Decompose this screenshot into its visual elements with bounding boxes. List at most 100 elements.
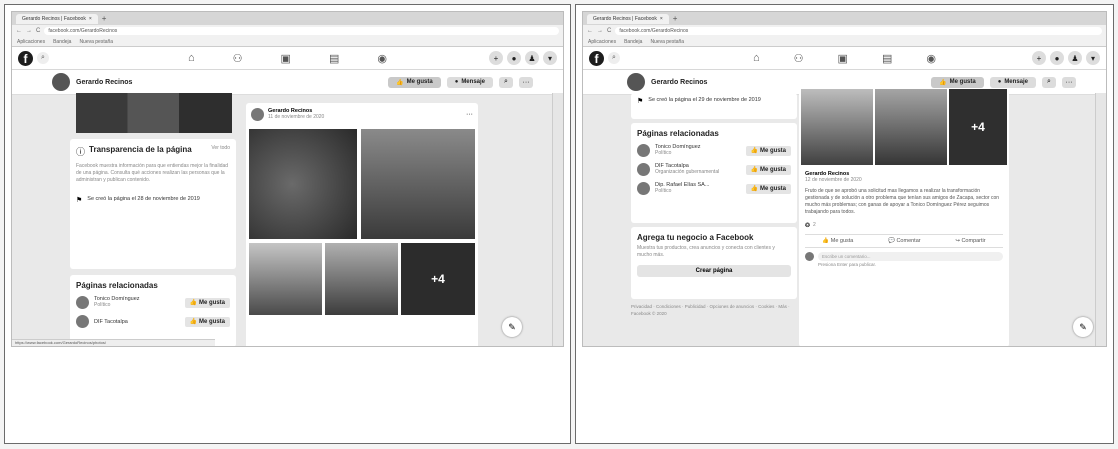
close-icon[interactable]: ×	[89, 16, 92, 22]
notifications-icon[interactable]: ♟	[1068, 51, 1082, 65]
avatar[interactable]	[637, 182, 650, 195]
post-photo[interactable]	[249, 243, 322, 315]
browser-tab[interactable]: Gerardo Recinos | Facebook ×	[16, 13, 98, 24]
post-photo[interactable]	[325, 243, 398, 315]
page-title[interactable]: Gerardo Recinos	[651, 79, 707, 86]
related-like-button[interactable]: 👍 Me gusta	[184, 297, 230, 308]
business-title: Agrega tu negocio a Facebook	[637, 233, 754, 242]
notifications-icon[interactable]: ♟	[525, 51, 539, 65]
bookmark-item[interactable]: Nueva pestaña	[79, 39, 113, 45]
page-search-button[interactable]: ⌕	[1042, 76, 1056, 88]
avatar[interactable]	[627, 73, 645, 91]
bookmark-item[interactable]: Aplicaciones	[588, 39, 616, 45]
friends-icon[interactable]: ⚇	[233, 52, 243, 65]
avatar[interactable]	[76, 296, 89, 309]
comment-action-button[interactable]: 💬 Comentar	[888, 238, 921, 244]
share-action-button[interactable]: ↪ Compartir	[955, 238, 985, 244]
new-message-icon[interactable]: ✎	[502, 317, 522, 337]
home-icon[interactable]: ⌂	[188, 52, 195, 65]
more-button[interactable]: ···	[1062, 76, 1076, 88]
reload-icon[interactable]: C	[36, 28, 40, 34]
new-tab-icon[interactable]: +	[673, 14, 678, 23]
forward-icon[interactable]: →	[597, 28, 603, 34]
post-more-button[interactable]: ···	[466, 111, 473, 118]
bookmark-item[interactable]: Bandeja	[53, 39, 71, 45]
watch-icon[interactable]: ▣	[838, 52, 848, 65]
message-button[interactable]: ● Mensaje	[446, 76, 493, 88]
related-like-button[interactable]: 👍 Me gusta	[184, 316, 230, 327]
search-icon[interactable]: ⌕	[37, 52, 49, 64]
page-search-button[interactable]: ⌕	[499, 76, 513, 88]
browser-tabbar: Gerardo Recinos | Facebook × +	[583, 12, 1106, 25]
see-all-link[interactable]: Ver todo	[211, 145, 230, 152]
list-item[interactable]: Tonico Domínguez Político 👍 Me gusta	[637, 144, 791, 157]
create-icon[interactable]: +	[1032, 51, 1046, 65]
browser-window: Gerardo Recinos | Facebook × + ← → C fac…	[582, 11, 1107, 347]
forward-icon[interactable]: →	[26, 28, 32, 34]
new-message-icon[interactable]: ✎	[1073, 317, 1093, 337]
reactions-summary[interactable]: ❂ 2	[805, 222, 1003, 229]
photos-thumbnail-strip[interactable]	[76, 93, 232, 133]
groups-icon[interactable]: ◉	[926, 52, 936, 65]
related-like-button[interactable]: 👍 Me gusta	[745, 164, 791, 175]
avatar[interactable]	[251, 108, 264, 121]
new-tab-icon[interactable]: +	[102, 14, 107, 23]
marketplace-icon[interactable]: ▤	[882, 52, 892, 65]
avatar[interactable]	[637, 163, 650, 176]
watch-icon[interactable]: ▣	[281, 52, 291, 65]
search-icon[interactable]: ⌕	[608, 52, 620, 64]
back-icon[interactable]: ←	[16, 28, 22, 34]
close-icon[interactable]: ×	[660, 16, 663, 22]
page-title[interactable]: Gerardo Recinos	[76, 79, 132, 86]
scrollbar[interactable]	[552, 93, 563, 346]
bookmark-item[interactable]: Nueva pestaña	[650, 39, 684, 45]
list-item[interactable]: DIF Tacotalpa 👍 Me gusta	[76, 315, 230, 328]
more-photos-overlay[interactable]: +4	[949, 89, 1007, 165]
url-input[interactable]: facebook.com/GerardoRecinos	[44, 27, 559, 35]
related-page-name[interactable]: DIF Tacotalpa	[94, 319, 180, 325]
facebook-logo-icon[interactable]: f	[18, 50, 33, 66]
home-icon[interactable]: ⌂	[753, 52, 760, 65]
scrollbar[interactable]	[1095, 93, 1106, 346]
like-page-button[interactable]: 👍 Me gusta	[388, 76, 441, 88]
post-date[interactable]: 11 de noviembre de 2020	[268, 114, 462, 121]
facebook-logo-icon[interactable]: f	[589, 50, 604, 66]
groups-icon[interactable]: ◉	[377, 52, 387, 65]
bookmark-item[interactable]: Aplicaciones	[17, 39, 45, 45]
bookmark-item[interactable]: Bandeja	[624, 39, 642, 45]
back-icon[interactable]: ←	[587, 28, 593, 34]
account-menu-icon[interactable]: ▾	[543, 51, 557, 65]
marketplace-icon[interactable]: ▤	[329, 52, 339, 65]
create-icon[interactable]: +	[489, 51, 503, 65]
url-input[interactable]: facebook.com/GerardoRecinos	[615, 27, 1102, 35]
address-bar: ← → C facebook.com/GerardoRecinos	[583, 25, 1106, 37]
post-photo[interactable]	[361, 129, 475, 239]
like-action-button[interactable]: 👍 Me gusta	[822, 238, 853, 244]
list-item[interactable]: Tonico Domínguez Político 👍 Me gusta	[76, 296, 230, 309]
footer-links[interactable]: Privacidad · Condiciones · Publicidad · …	[631, 303, 797, 317]
post-photo[interactable]	[249, 129, 357, 239]
browser-tab[interactable]: Gerardo Recinos | Facebook ×	[587, 13, 669, 24]
message-button[interactable]: ● Mensaje	[989, 76, 1036, 88]
more-photos-overlay[interactable]: +4	[401, 243, 475, 315]
post-photo[interactable]	[875, 89, 947, 165]
avatar[interactable]	[52, 73, 70, 91]
info-icon: ⓘ	[76, 147, 86, 157]
post-photo[interactable]	[801, 89, 873, 165]
comment-input[interactable]: Escribe un comentario...	[818, 252, 1003, 261]
create-page-button[interactable]: Crear página	[637, 265, 791, 277]
avatar[interactable]	[637, 144, 650, 157]
account-menu-icon[interactable]: ▾	[1086, 51, 1100, 65]
list-item[interactable]: Dip. Rafael Elías SA... Político 👍 Me gu…	[637, 182, 791, 195]
friends-icon[interactable]: ⚇	[794, 52, 804, 65]
messenger-icon[interactable]: ●	[507, 51, 521, 65]
related-like-button[interactable]: 👍 Me gusta	[745, 183, 791, 194]
related-like-button[interactable]: 👍 Me gusta	[745, 145, 791, 156]
post-date[interactable]: 12 de noviembre de 2020	[805, 177, 1003, 184]
list-item[interactable]: DIF Tacotalpa Organización gubernamental…	[637, 163, 791, 176]
like-page-button[interactable]: 👍 Me gusta	[931, 76, 984, 88]
messenger-icon[interactable]: ●	[1050, 51, 1064, 65]
reload-icon[interactable]: C	[607, 28, 611, 34]
avatar[interactable]	[76, 315, 89, 328]
more-button[interactable]: ···	[519, 76, 533, 88]
